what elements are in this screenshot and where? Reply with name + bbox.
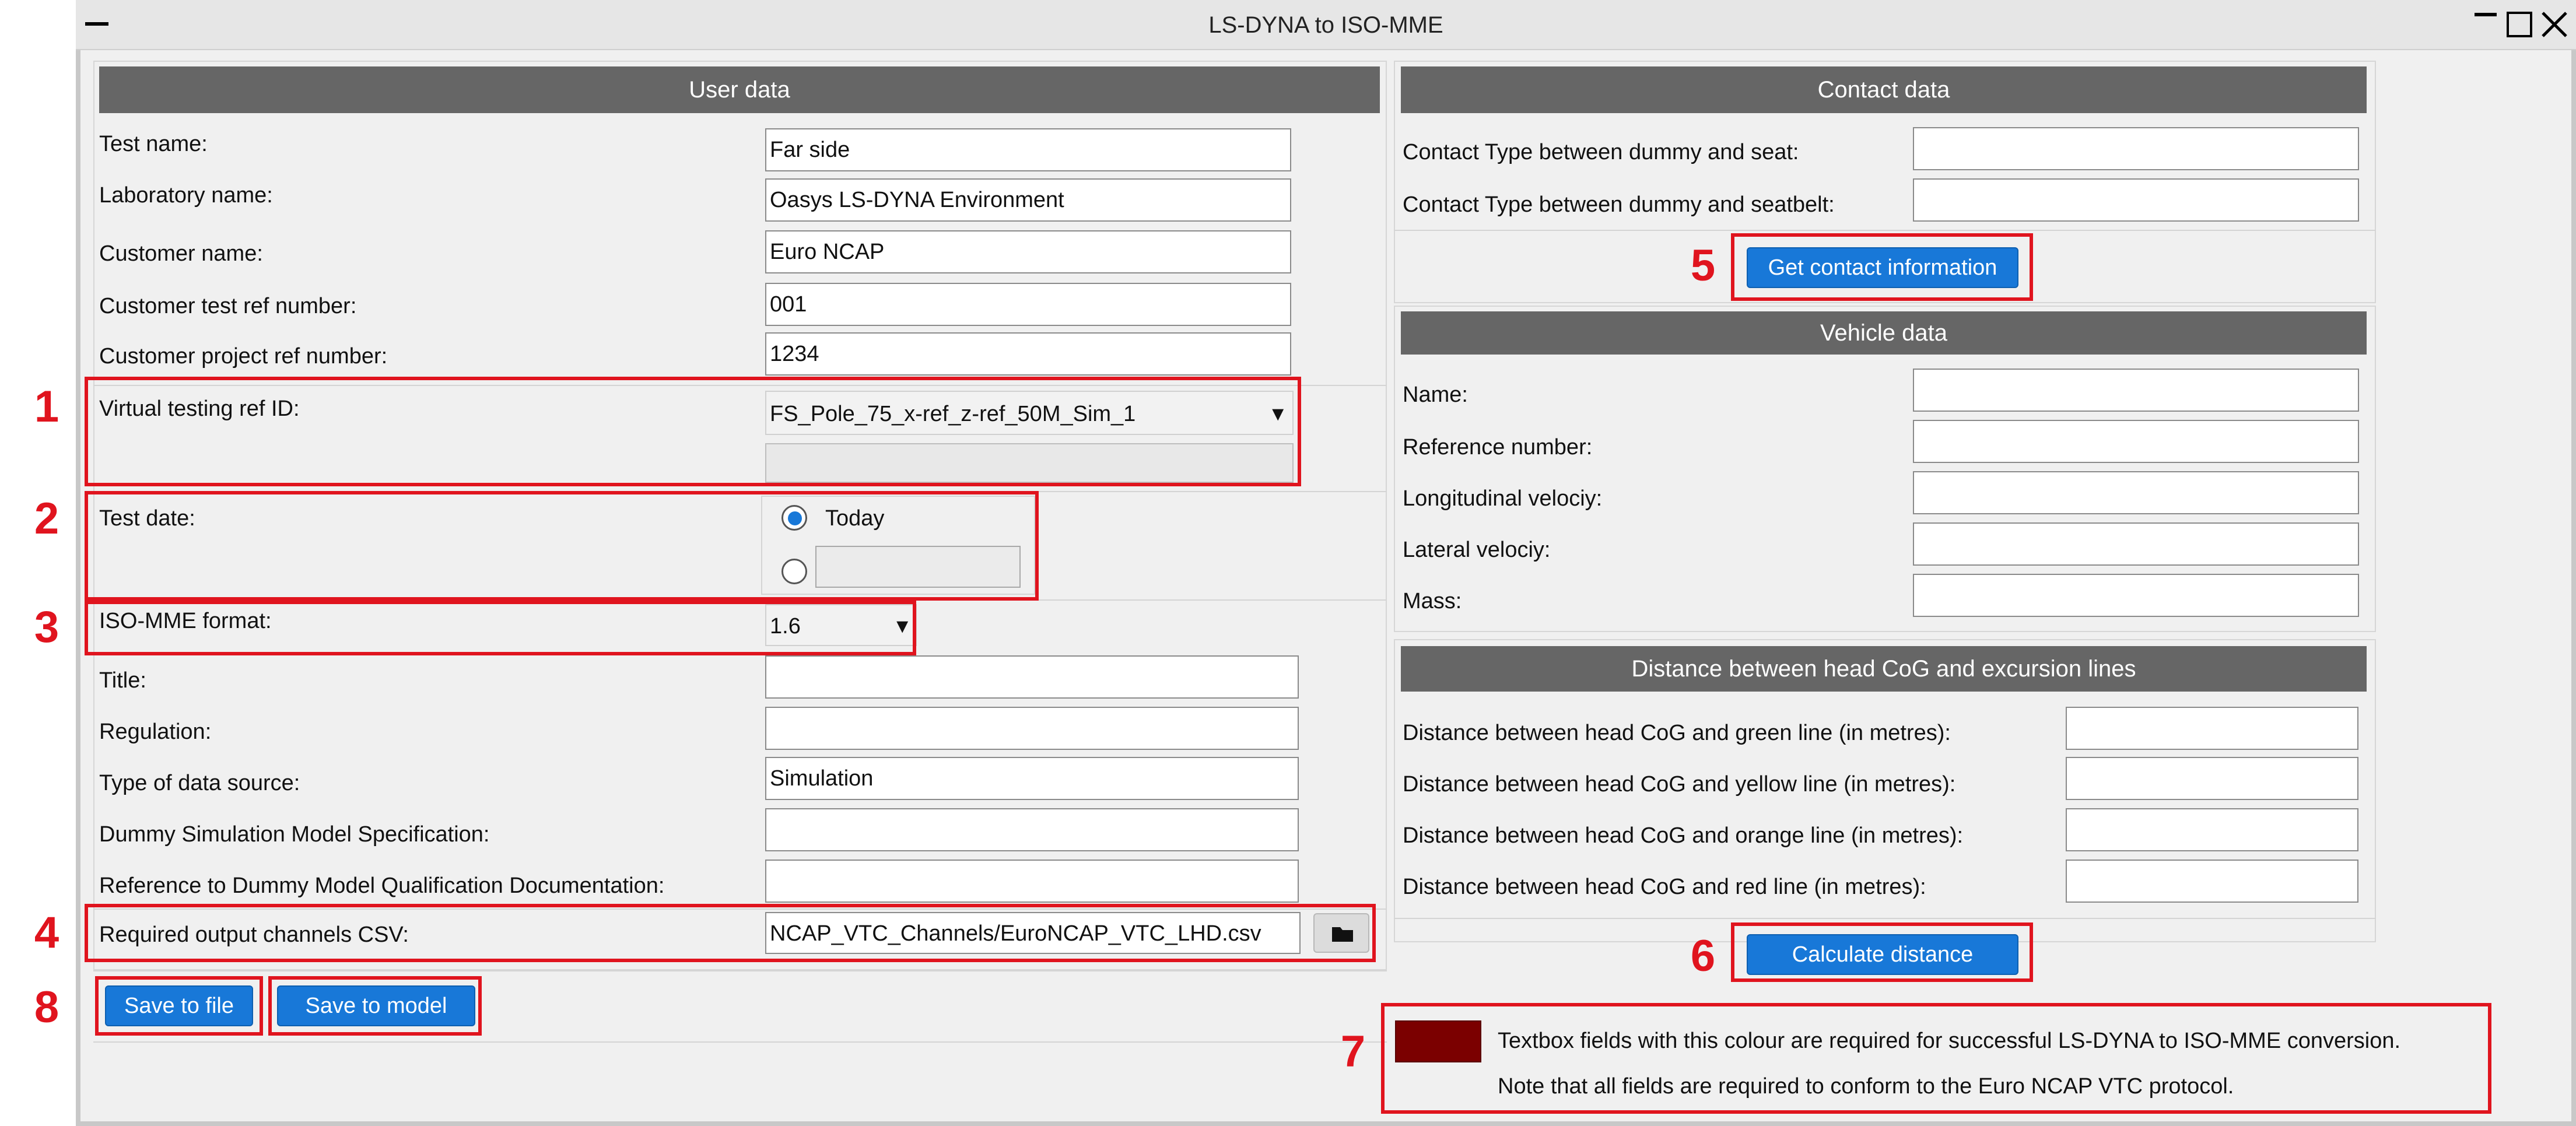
annotation-box-5 <box>1731 233 2033 301</box>
divider <box>93 1041 1387 1043</box>
distance-orange-input[interactable] <box>2066 808 2358 851</box>
mass-input[interactable] <box>1913 574 2359 617</box>
mass-label: Mass: <box>1403 589 1462 613</box>
contact-dummy-seatbelt-label: Contact Type between dummy and seatbelt: <box>1403 192 1835 217</box>
title-label: Title: <box>99 668 146 693</box>
annotation-box-3 <box>85 601 916 655</box>
vehicle-reference-number-label: Reference number: <box>1403 435 1593 459</box>
customer-test-ref-label: Customer test ref number: <box>99 294 357 318</box>
longitudinal-velocity-input[interactable] <box>1913 471 2359 514</box>
annotation-number-6: 6 <box>1690 931 1716 981</box>
test-name-label: Test name: <box>99 132 208 156</box>
data-source-type-input[interactable]: Simulation <box>765 757 1299 800</box>
collapse-icon[interactable] <box>85 22 108 26</box>
annotation-box-8b <box>268 976 482 1036</box>
dummy-qualification-doc-input[interactable] <box>765 860 1299 903</box>
annotation-box-2 <box>85 491 1039 601</box>
divider <box>93 970 1387 971</box>
customer-name-label: Customer name: <box>99 241 263 266</box>
distance-yellow-input[interactable] <box>2066 757 2358 800</box>
maximize-icon[interactable] <box>2503 8 2536 41</box>
vehicle-name-label: Name: <box>1403 383 1468 407</box>
annotation-number-2: 2 <box>34 494 59 543</box>
annotation-box-4 <box>85 904 1376 962</box>
data-source-type-label: Type of data source: <box>99 771 300 795</box>
divider <box>1394 918 2376 919</box>
customer-project-ref-input[interactable]: 1234 <box>765 332 1291 376</box>
contact-dummy-seatbelt-input[interactable] <box>1913 178 2359 222</box>
vehicle-data-header: Vehicle data <box>1401 311 2367 355</box>
distance-yellow-label: Distance between head CoG and yellow lin… <box>1403 772 1956 797</box>
annotation-number-1: 1 <box>34 382 59 432</box>
annotation-number-3: 3 <box>34 602 59 652</box>
annotation-number-4: 4 <box>34 908 59 957</box>
dummy-model-spec-label: Dummy Simulation Model Specification: <box>99 822 490 847</box>
contact-data-header: Contact data <box>1401 66 2367 113</box>
distance-orange-label: Distance between head CoG and orange lin… <box>1403 823 1964 848</box>
lateral-velocity-input[interactable] <box>1913 522 2359 566</box>
close-icon[interactable] <box>2538 8 2571 41</box>
test-name-input[interactable]: Far side <box>765 128 1291 171</box>
annotation-box-1 <box>85 377 1301 486</box>
distance-header: Distance between head CoG and excursion … <box>1401 646 2367 692</box>
contact-dummy-seat-input[interactable] <box>1913 127 2359 170</box>
distance-red-label: Distance between head CoG and red line (… <box>1403 875 1926 899</box>
vehicle-name-input[interactable] <box>1913 369 2359 412</box>
vehicle-reference-number-input[interactable] <box>1913 420 2359 463</box>
laboratory-name-input[interactable]: Oasys LS-DYNA Environment <box>765 178 1291 222</box>
longitudinal-velocity-label: Longitudinal velociy: <box>1403 486 1603 511</box>
customer-name-input[interactable]: Euro NCAP <box>765 230 1291 273</box>
distance-red-input[interactable] <box>2066 860 2358 903</box>
window-title: LS-DYNA to ISO-MME <box>1208 12 1443 38</box>
annotation-number-5: 5 <box>1690 241 1716 290</box>
customer-test-ref-input[interactable]: 001 <box>765 283 1291 326</box>
user-data-header: User data <box>99 66 1380 113</box>
dummy-model-spec-input[interactable] <box>765 808 1299 851</box>
title-input[interactable] <box>765 655 1299 699</box>
regulation-label: Regulation: <box>99 720 212 744</box>
annotation-number-7: 7 <box>1340 1027 1366 1076</box>
distance-green-label: Distance between head CoG and green line… <box>1403 721 1951 745</box>
contact-dummy-seat-label: Contact Type between dummy and seat: <box>1403 140 1799 164</box>
distance-green-input[interactable] <box>2066 707 2358 750</box>
divider <box>1394 230 2376 231</box>
annotation-box-8a <box>95 976 263 1036</box>
minimize-icon[interactable] <box>2471 8 2500 41</box>
lateral-velocity-label: Lateral velociy: <box>1403 538 1551 562</box>
dummy-qualification-doc-label: Reference to Dummy Model Qualification D… <box>99 874 665 898</box>
regulation-input[interactable] <box>765 707 1299 750</box>
annotation-number-8: 8 <box>34 983 59 1032</box>
annotation-box-6 <box>1731 922 2033 982</box>
customer-project-ref-label: Customer project ref number: <box>99 344 388 369</box>
laboratory-name-label: Laboratory name: <box>99 183 273 208</box>
annotation-box-7 <box>1381 1003 2491 1114</box>
